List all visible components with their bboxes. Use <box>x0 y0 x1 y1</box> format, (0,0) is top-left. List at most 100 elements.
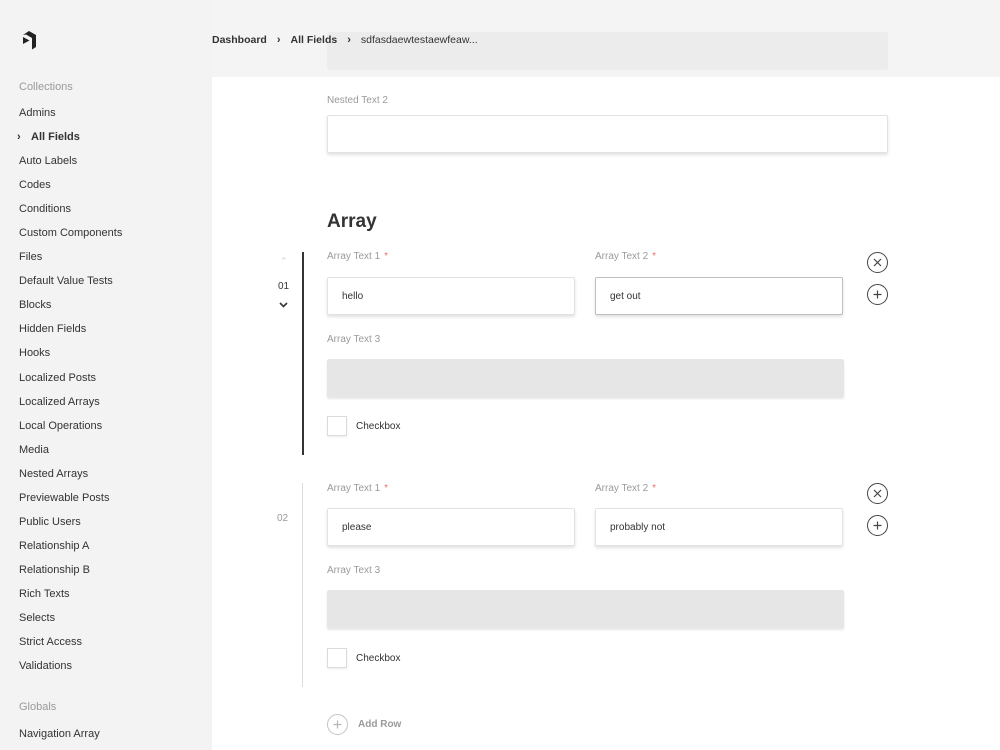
sidebar-item-label: Conditions <box>19 203 71 216</box>
breadcrumb-current-document: sdfasdaewtestaewfeaw... <box>360 34 478 46</box>
move-row-up-icon[interactable]: ⌃ <box>280 256 288 267</box>
sidebar-item-label: All Fields <box>31 131 80 144</box>
sidebar-item-label: Public Users <box>19 515 81 528</box>
sidebar-item-nested-arrays[interactable]: Nested Arrays <box>0 462 212 486</box>
checkbox[interactable] <box>327 416 347 436</box>
remove-row-button[interactable] <box>867 483 888 504</box>
payload-logo-icon[interactable] <box>20 30 40 50</box>
sidebar-item-files[interactable]: Files <box>0 245 212 269</box>
sidebar-item-label: Nested Arrays <box>19 467 89 480</box>
remove-row-button[interactable] <box>867 252 888 273</box>
array-text-1-label: Array Text 1 * <box>327 251 389 262</box>
plus-icon <box>873 521 882 530</box>
checkbox-label: Checkbox <box>356 421 401 432</box>
array-text-2-input[interactable] <box>595 508 843 546</box>
array-text-2-input[interactable] <box>595 277 843 315</box>
sticky-header: Dashboard › All Fields › sdfasdaewtestae… <box>212 0 1000 77</box>
array-text-3-input[interactable] <box>327 359 844 397</box>
sidebar-item-relationship-b[interactable]: Relationship B <box>0 558 212 582</box>
sidebar-item-navigation-array[interactable]: Navigation Array <box>0 722 212 746</box>
sidebar-item-hooks[interactable]: Hooks <box>0 341 212 365</box>
sidebar-item-label: Custom Components <box>19 227 123 240</box>
sidebar-item-localized-arrays[interactable]: Localized Arrays <box>0 390 212 414</box>
sidebar-item-rich-texts[interactable]: Rich Texts <box>0 582 212 606</box>
sidebar: Collections Admins › All Fields Auto Labels… <box>0 0 212 750</box>
sidebar-item-validations[interactable]: Validations <box>0 654 212 678</box>
sidebar-item-strict-access[interactable]: Strict Access <box>0 630 212 654</box>
add-row-label: Add Row <box>358 719 402 730</box>
sidebar-item-label: Relationship A <box>19 539 90 552</box>
sidebar-item-public-users[interactable]: Public Users <box>0 510 212 534</box>
close-icon <box>873 489 882 498</box>
sidebar-item-local-operations[interactable]: Local Operations <box>0 414 212 438</box>
sidebar-item-hidden-fields[interactable]: Hidden Fields <box>0 317 212 341</box>
sidebar-item-label: Hooks <box>19 347 51 360</box>
sidebar-item-custom-components[interactable]: Custom Components <box>0 221 212 245</box>
sidebar-item-label: Default Value Tests <box>19 275 113 288</box>
sidebar-item-blocks[interactable]: Blocks <box>0 293 212 317</box>
sidebar-item-label: Codes <box>19 179 51 192</box>
sidebar-item-default-value-tests[interactable]: Default Value Tests <box>0 269 212 293</box>
sidebar-item-label: Relationship B <box>19 563 90 576</box>
sidebar-item-conditions[interactable]: Conditions <box>0 197 212 221</box>
plus-circle-icon <box>327 714 348 735</box>
row-number: 01 <box>278 281 290 292</box>
array-text-2-label: Array Text 2 * <box>595 251 657 262</box>
array-text-1-label: Array Text 1 * <box>327 483 389 494</box>
array-text-3-label: Array Text 3 <box>327 565 381 576</box>
active-row-indicator <box>302 252 304 455</box>
sidebar-item-auto-labels[interactable]: Auto Labels <box>0 149 212 173</box>
array-section-title: Array <box>327 211 377 232</box>
row-number: 02 <box>277 513 289 524</box>
sidebar-item-relationship-a[interactable]: Relationship A <box>0 534 212 558</box>
sidebar-item-label: Auto Labels <box>19 155 78 168</box>
sidebar-item-all-fields[interactable]: › All Fields <box>0 125 212 149</box>
sidebar-item-label: Media <box>19 443 49 456</box>
row-indicator <box>302 483 303 687</box>
sidebar-item-label: Files <box>19 251 43 264</box>
sidebar-item-label: Hidden Fields <box>19 323 87 336</box>
chevron-right-icon: › <box>276 34 281 46</box>
collapse-row-chevron-icon[interactable] <box>279 300 288 310</box>
sidebar-item-label: Navigation Array <box>19 728 100 740</box>
nested-text-2-input[interactable] <box>327 115 888 153</box>
breadcrumb-dashboard[interactable]: Dashboard <box>212 34 267 46</box>
globals-nav: Navigation Array <box>0 722 212 746</box>
chevron-right-icon: › <box>17 131 21 144</box>
chevron-right-icon: › <box>347 34 351 46</box>
edit-form: Nested Text 2 Array ⌃ 01 Array Text 1* A… <box>212 0 1000 750</box>
collections-nav: Admins › All Fields Auto Labels Codes Conditi… <box>0 101 212 678</box>
sidebar-item-previewable-posts[interactable]: Previewable Posts <box>0 486 212 510</box>
collections-heading: Collections <box>19 81 73 93</box>
array-text-2-label: Array Text 2 * <box>595 483 657 494</box>
sidebar-item-localized-posts[interactable]: Localized Posts <box>0 366 212 390</box>
close-icon <box>873 258 882 267</box>
sidebar-item-label: Previewable Posts <box>19 491 110 504</box>
sidebar-item-admins[interactable]: Admins <box>0 101 212 125</box>
sidebar-item-label: Blocks <box>19 299 52 312</box>
add-row-below-button[interactable] <box>867 515 888 536</box>
breadcrumb: Dashboard › All Fields › sdfasdaewtestae… <box>212 33 478 47</box>
plus-icon <box>873 290 882 299</box>
sidebar-item-label: Admins <box>19 107 56 119</box>
add-row-below-button[interactable] <box>867 284 888 305</box>
sidebar-item-label: Selects <box>19 611 56 624</box>
sidebar-item-label: Rich Texts <box>19 587 70 600</box>
array-text-1-input[interactable] <box>327 508 575 546</box>
sidebar-item-media[interactable]: Media <box>0 438 212 462</box>
sidebar-item-label: Validations <box>19 660 72 673</box>
checkbox[interactable] <box>327 648 347 668</box>
sidebar-item-codes[interactable]: Codes <box>0 173 212 197</box>
sidebar-item-label: Strict Access <box>19 636 82 649</box>
array-text-3-input[interactable] <box>327 590 844 628</box>
array-text-1-input[interactable] <box>327 277 575 315</box>
sidebar-item-selects[interactable]: Selects <box>0 606 212 630</box>
sidebar-item-label: Localized Arrays <box>19 395 100 408</box>
nested-text-2-label: Nested Text 2 <box>327 95 388 106</box>
sidebar-item-label: Local Operations <box>19 419 103 432</box>
checkbox-label: Checkbox <box>356 653 401 664</box>
breadcrumb-all-fields[interactable]: All Fields <box>291 34 338 46</box>
add-row-button[interactable]: Add Row <box>327 714 401 735</box>
sidebar-item-label: Localized Posts <box>19 371 97 384</box>
array-text-3-label: Array Text 3 <box>327 334 381 345</box>
